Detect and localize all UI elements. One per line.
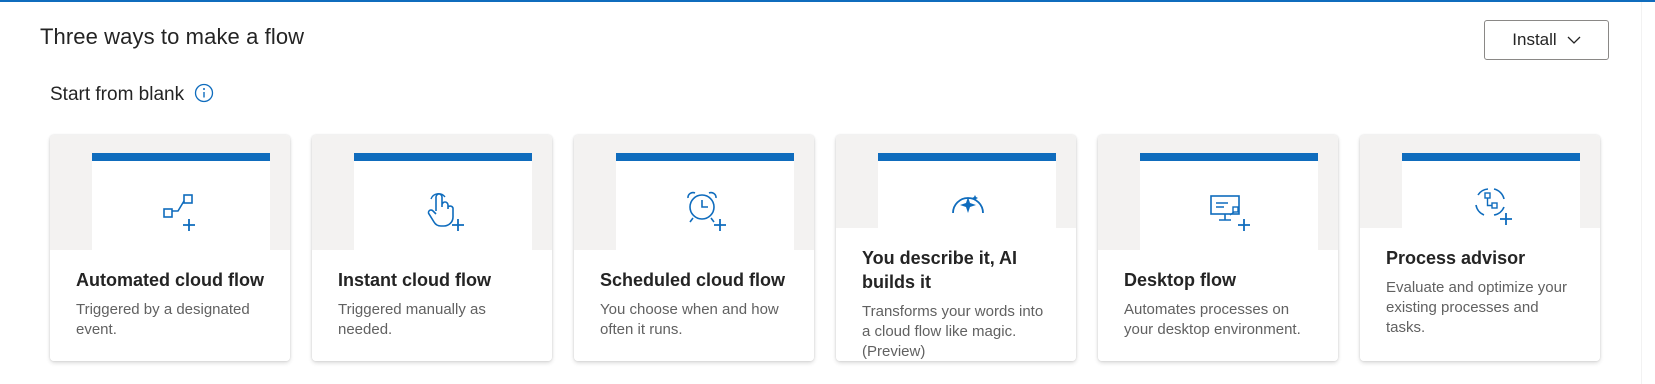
chevron-down-icon <box>1567 36 1581 44</box>
card-body: Process advisor Evaluate and optimize yo… <box>1360 228 1600 361</box>
section-title-text: Start from blank <box>50 84 185 105</box>
flow-type-cards: Automated cloud flow Triggered by a desi… <box>50 135 1600 361</box>
card-illustration <box>1360 135 1600 228</box>
card-illustration <box>836 135 1076 228</box>
scrollbar[interactable] <box>1641 2 1655 384</box>
install-button[interactable]: Install <box>1484 20 1609 60</box>
card-title: Instant cloud flow <box>338 270 491 290</box>
card-body: Desktop flow Automates processes on your… <box>1098 250 1338 361</box>
card-description: Triggered manually as needed. <box>338 301 486 338</box>
section-title: Start from blank <box>50 83 214 106</box>
card-title: Scheduled cloud flow <box>600 270 786 290</box>
card-illustration <box>50 135 290 250</box>
card-ai-builds-flow[interactable]: You describe it, AI builds it Transforms… <box>836 135 1076 361</box>
card-instant-cloud-flow[interactable]: Instant cloud flow Triggered manually as… <box>312 135 552 361</box>
card-automated-cloud-flow[interactable]: Automated cloud flow Triggered by a desi… <box>50 135 290 361</box>
card-body: Automated cloud flow Triggered by a desi… <box>50 250 290 361</box>
top-accent-line <box>0 0 1655 2</box>
info-icon[interactable] <box>194 83 214 103</box>
card-description: Transforms your words into a cloud flow … <box>862 303 1044 360</box>
card-body: Instant cloud flow Triggered manually as… <box>312 250 552 361</box>
card-description: Triggered by a designated event. <box>76 301 250 338</box>
card-title: Automated cloud flow <box>76 270 264 290</box>
card-illustration <box>574 135 814 250</box>
card-description: Evaluate and optimize your existing proc… <box>1386 279 1567 336</box>
card-title: Desktop flow <box>1124 270 1237 290</box>
card-title: You describe it, AI builds it <box>862 248 1018 292</box>
touch-hand-icon <box>427 193 464 231</box>
card-desktop-flow[interactable]: Desktop flow Automates processes on your… <box>1098 135 1338 361</box>
alarm-clock-icon <box>687 191 726 231</box>
automated-flow-icon <box>163 194 195 231</box>
card-illustration <box>1098 135 1338 250</box>
process-advisor-icon <box>1475 188 1512 225</box>
card-illustration <box>312 135 552 250</box>
desktop-flow-icon <box>1210 195 1250 231</box>
card-title: Process advisor <box>1386 248 1526 268</box>
card-body: Scheduled cloud flow You choose when and… <box>574 250 814 361</box>
card-process-advisor[interactable]: Process advisor Evaluate and optimize yo… <box>1360 135 1600 361</box>
card-description: Automates processes on your desktop envi… <box>1124 301 1301 338</box>
card-body: You describe it, AI builds it Transforms… <box>836 228 1076 361</box>
card-description: You choose when and how often it runs. <box>600 301 779 338</box>
ai-sparkle-icon <box>952 195 984 214</box>
install-label: Install <box>1512 30 1557 49</box>
page-title: Three ways to make a flow <box>40 24 305 49</box>
card-scheduled-cloud-flow[interactable]: Scheduled cloud flow You choose when and… <box>574 135 814 361</box>
